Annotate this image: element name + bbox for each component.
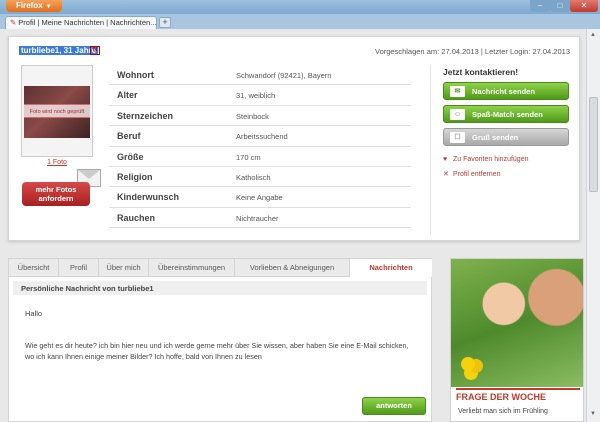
attribute-label: Alter [117, 90, 138, 101]
tab-profile[interactable]: Profil [59, 259, 99, 277]
browser-tab-title: Profil | Meine Nachrichten | Nachrichten… [18, 18, 157, 27]
attribute-row: Sternzeichen Steinbock [109, 106, 411, 127]
window-titlebar: Firefox ▼ – □ ✕ [0, 0, 600, 14]
attribute-label: Religion [117, 171, 153, 182]
attribute-value: Nichtraucher [236, 213, 279, 223]
tab-overview[interactable]: Übersicht [9, 259, 59, 277]
match-icon: ☺ [450, 109, 465, 120]
attribute-label: Rauchen [117, 212, 156, 223]
message-greeting: Hallo [25, 309, 43, 318]
ad-text: Verliebt man sich im Frühling [458, 408, 548, 415]
tab-matches[interactable]: Übereinstimmungen [149, 259, 235, 277]
profile-tabbar: Übersicht Profil Über mich Übereinstimmu… [8, 258, 432, 277]
new-badge: N [90, 46, 100, 55]
scroll-up-icon[interactable]: ▲ [590, 32, 596, 38]
attribute-row: Kinderwunsch Keine Angabe [109, 187, 411, 208]
firefox-menu-button[interactable]: Firefox ▼ [6, 0, 62, 12]
add-favorite-link[interactable]: ♥ Zu Favoriten hinzufügen [443, 156, 529, 163]
ad-title: FRAGE DER WOCHE [456, 388, 580, 404]
chevron-down-icon: ▼ [45, 4, 52, 10]
attribute-value: Katholisch [236, 172, 271, 182]
scroll-down-icon[interactable]: ▼ [590, 411, 596, 417]
tab-messages[interactable]: Nachrichten [350, 259, 432, 277]
minimize-button[interactable]: – [530, 0, 550, 12]
attribute-label: Wohnort [117, 70, 154, 80]
send-greeting-button[interactable]: ☐ Gruß senden [443, 128, 569, 146]
profile-tabs-section: Übersicht Profil Über mich Übereinstimmu… [8, 258, 432, 422]
attribute-value: Steinbock [236, 111, 269, 121]
tab-about-me[interactable]: Über mich [99, 259, 149, 277]
attribute-value: Schwandorf (92421), Bayern [236, 71, 332, 80]
page-scrollbar[interactable]: ▲ ▼ [586, 29, 600, 422]
browser-tab[interactable]: ✎ Profil | Meine Nachrichten | Nachrichte… [5, 16, 157, 29]
contact-title: Jetzt kontaktieren! [443, 67, 519, 77]
photo-review-overlay: Foto wird noch geprüft [24, 104, 90, 118]
attribute-label: Sternzeichen [117, 110, 174, 121]
attribute-row: Wohnort Schwandorf (92421), Bayern [109, 65, 411, 86]
send-message-button[interactable]: ✉ Nachricht senden [443, 82, 569, 100]
close-window-button[interactable]: ✕ [570, 0, 598, 12]
maximize-button[interactable]: □ [550, 0, 570, 12]
attribute-value: 170 cm [236, 152, 261, 162]
message-body: Wie geht es dir heute? ich bin hier neu … [25, 341, 409, 361]
new-tab-button[interactable]: + [159, 17, 171, 28]
attribute-value: 31, weiblich [236, 91, 276, 101]
profile-card: turbliebe1, 31 Jahre N Vorgeschlagen am:… [8, 36, 580, 241]
profile-username: turbliebe1, 31 Jahre [19, 46, 99, 55]
reply-button[interactable]: antworten [362, 397, 426, 415]
contact-panel: Jetzt kontaktieren! ✉ Nachricht senden ☺ S… [430, 65, 572, 235]
attribute-value: Arbeitssuchend [236, 132, 288, 142]
remove-profile-link[interactable]: ✕ Profil entfernen [443, 170, 500, 178]
attribute-row: Größe 170 cm [109, 147, 411, 167]
profile-photo: Foto wird noch geprüft [24, 86, 90, 138]
attribute-value: Keine Angabe [236, 193, 283, 203]
attribute-label: Kinderwunsch [117, 192, 180, 203]
message-panel: Persönliche Nachricht von turbliebe1 Hal… [8, 277, 432, 422]
attribute-row: Alter 31, weiblich [109, 85, 411, 106]
attribute-row: Rauchen Nichtraucher [109, 208, 411, 229]
heart-icon: ♥ [443, 156, 448, 163]
attribute-row: Religion Katholisch [109, 167, 411, 188]
tab-likes-dislikes[interactable]: Vorlieben & Abneigungen [235, 259, 350, 277]
attribute-label: Beruf [117, 131, 141, 142]
ad-banner[interactable]: FRAGE DER WOCHE Verliebt man sich im Frü… [450, 258, 584, 422]
message-header: Persönliche Nachricht von turbliebe1 [13, 281, 427, 295]
proposed-login-info: Vorgeschlagen am: 27.04.2013 | Letzter L… [374, 47, 570, 56]
flower-icon [461, 357, 475, 371]
browser-tabstrip: ✎ Profil | Meine Nachrichten | Nachrichte… [0, 14, 600, 29]
fun-match-button[interactable]: ☺ Spaß-Match senden [443, 105, 569, 123]
greeting-icon: ☐ [450, 132, 465, 143]
more-photos-button[interactable]: mehr Fotos anfordern [22, 182, 90, 206]
profile-photo-frame[interactable]: Foto wird noch geprüft [21, 65, 93, 157]
site-favicon-icon: ✎ [10, 18, 17, 27]
attribute-row: Beruf Arbeitssuchend [109, 126, 411, 147]
profile-attributes: Wohnort Schwandorf (92421), Bayern Alter 3… [109, 65, 411, 229]
mail-icon: ✉ [450, 86, 465, 97]
attribute-label: Größe [117, 151, 144, 162]
photo-count-link[interactable]: 1 Foto [21, 159, 93, 166]
close-icon: ✕ [443, 171, 449, 178]
scroll-thumb[interactable] [589, 97, 598, 192]
page-content: turbliebe1, 31 Jahre N Vorgeschlagen am:… [0, 29, 586, 422]
